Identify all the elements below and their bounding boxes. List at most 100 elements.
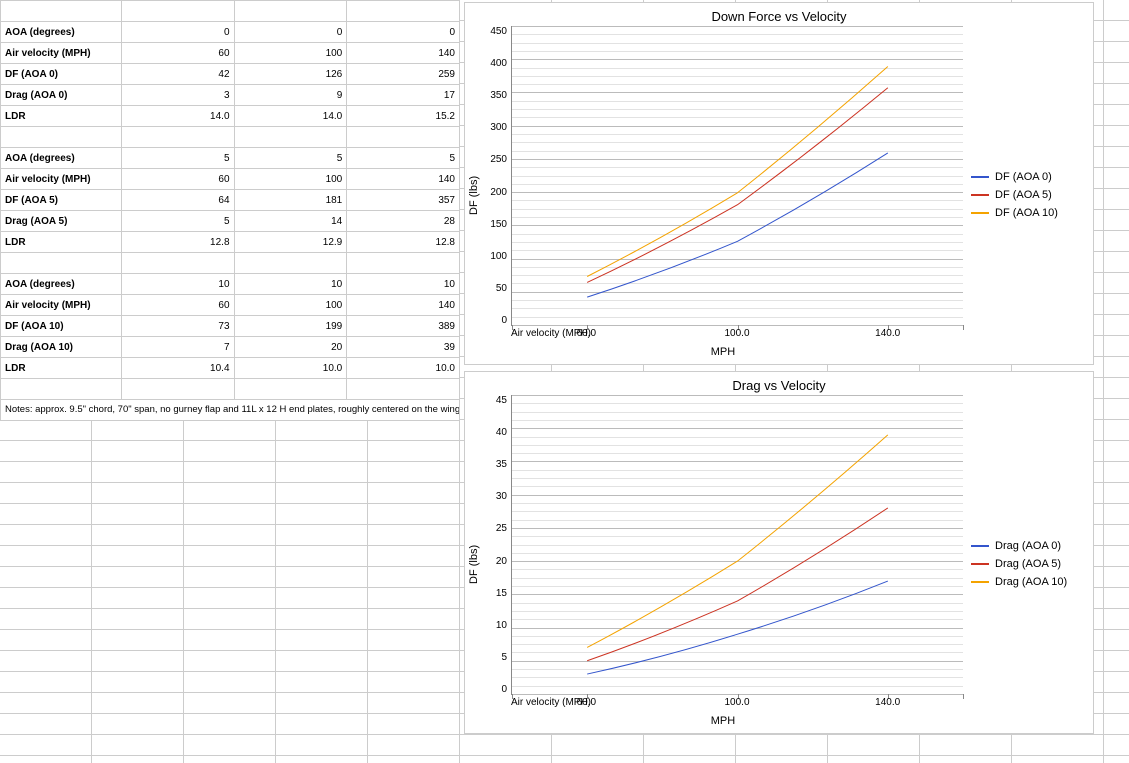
cell[interactable]: 10 (347, 274, 460, 295)
empty-cell (347, 379, 460, 400)
cell[interactable]: 100 (234, 169, 347, 190)
row-label: AOA (degrees) (1, 274, 122, 295)
y-tick-label: 250 (490, 154, 507, 165)
cell[interactable]: 9 (234, 85, 347, 106)
legend-item[interactable]: Drag (AOA 0) (971, 540, 1067, 552)
cell[interactable]: 28 (347, 211, 460, 232)
table-row: Air velocity (MPH)60100140 (1, 43, 460, 64)
chart-title: Down Force vs Velocity (465, 3, 1093, 26)
y-tick-label: 40 (496, 427, 507, 438)
y-tick-label: 30 (496, 491, 507, 502)
table-row: Drag (AOA 0)3917 (1, 85, 460, 106)
y-tick-label: 50 (496, 283, 507, 294)
cell[interactable]: 100 (234, 295, 347, 316)
cell[interactable]: 181 (234, 190, 347, 211)
cell[interactable]: 7 (121, 337, 234, 358)
cell[interactable]: 60 (121, 169, 234, 190)
cell[interactable]: 10.0 (234, 358, 347, 379)
empty-cell (234, 379, 347, 400)
series-layer (512, 395, 963, 694)
data-table-region: AOA (degrees)000Air velocity (MPH)601001… (0, 0, 460, 763)
cell[interactable]: 10 (121, 274, 234, 295)
legend-item[interactable]: Drag (AOA 5) (971, 558, 1067, 570)
row-label: DF (AOA 5) (1, 190, 122, 211)
cell[interactable]: 5 (347, 148, 460, 169)
cell[interactable]: 60 (121, 43, 234, 64)
legend-swatch (971, 194, 989, 196)
table-row: DF (AOA 10)73199389 (1, 316, 460, 337)
cell[interactable]: 39 (347, 337, 460, 358)
x-ticks: Air velocity (MPH)60.0100.0140.0 (511, 695, 963, 713)
legend: DF (AOA 0) DF (AOA 5) DF (AOA 10) (963, 26, 1073, 364)
cell[interactable]: 73 (121, 316, 234, 337)
cell[interactable]: 126 (234, 64, 347, 85)
legend-item[interactable]: DF (AOA 10) (971, 207, 1065, 219)
empty-cell (1, 1, 122, 22)
table-row: LDR14.014.015.2 (1, 106, 460, 127)
series-line (587, 508, 888, 661)
table-row: LDR10.410.010.0 (1, 358, 460, 379)
table-row: AOA (degrees)000 (1, 22, 460, 43)
y-tick-label: 25 (496, 523, 507, 534)
cell[interactable]: 5 (234, 148, 347, 169)
cell[interactable]: 14.0 (234, 106, 347, 127)
legend-item[interactable]: DF (AOA 0) (971, 171, 1065, 183)
cell[interactable]: 17 (347, 85, 460, 106)
y-axis-label: DF (lbs) (465, 395, 483, 733)
x-axis-label: MPH (483, 713, 963, 733)
cell[interactable]: 357 (347, 190, 460, 211)
row-label: DF (AOA 10) (1, 316, 122, 337)
cell[interactable]: 199 (234, 316, 347, 337)
table-row: AOA (degrees)555 (1, 148, 460, 169)
legend-item[interactable]: DF (AOA 5) (971, 189, 1065, 201)
cell[interactable]: 10 (234, 274, 347, 295)
cell[interactable]: 42 (121, 64, 234, 85)
cell[interactable]: 14 (234, 211, 347, 232)
x-tick-label: 100.0 (724, 328, 749, 339)
y-tick-label: 15 (496, 588, 507, 599)
cell[interactable]: 259 (347, 64, 460, 85)
legend-swatch (971, 581, 989, 583)
cell[interactable]: 14.0 (121, 106, 234, 127)
cell[interactable]: 100 (234, 43, 347, 64)
cell[interactable]: 12.9 (234, 232, 347, 253)
cell[interactable]: 10.0 (347, 358, 460, 379)
y-tick-label: 150 (490, 219, 507, 230)
row-label: AOA (degrees) (1, 148, 122, 169)
cell[interactable]: 140 (347, 43, 460, 64)
empty-cell (347, 127, 460, 148)
empty-cell (121, 1, 234, 22)
x-tick-label: 100.0 (724, 697, 749, 708)
cell[interactable]: 3 (121, 85, 234, 106)
table-row: DF (AOA 0)42126259 (1, 64, 460, 85)
cell[interactable]: 389 (347, 316, 460, 337)
cell[interactable]: 5 (121, 148, 234, 169)
cell[interactable]: 0 (347, 22, 460, 43)
empty-cell (121, 253, 234, 274)
cell[interactable]: 60 (121, 295, 234, 316)
table-row: Air velocity (MPH)60100140 (1, 169, 460, 190)
legend-swatch (971, 545, 989, 547)
legend-label: Drag (AOA 5) (995, 558, 1061, 570)
cell[interactable]: 10.4 (121, 358, 234, 379)
empty-cell (347, 253, 460, 274)
cell[interactable]: 0 (234, 22, 347, 43)
cell[interactable]: 64 (121, 190, 234, 211)
cell[interactable]: 140 (347, 295, 460, 316)
series-line (587, 67, 888, 277)
x-tick-label: 140.0 (875, 328, 900, 339)
legend-item[interactable]: Drag (AOA 10) (971, 576, 1067, 588)
legend-label: DF (AOA 0) (995, 171, 1052, 183)
cell[interactable]: 5 (121, 211, 234, 232)
y-tick-label: 0 (501, 315, 507, 326)
charts-region: Down Force vs VelocityDF (lbs)4504003503… (460, 0, 1129, 763)
x-tick-label: 60.0 (577, 697, 596, 708)
cell[interactable]: 140 (347, 169, 460, 190)
cell[interactable]: 12.8 (121, 232, 234, 253)
row-label: Drag (AOA 10) (1, 337, 122, 358)
legend-swatch (971, 563, 989, 565)
cell[interactable]: 15.2 (347, 106, 460, 127)
cell[interactable]: 0 (121, 22, 234, 43)
cell[interactable]: 20 (234, 337, 347, 358)
cell[interactable]: 12.8 (347, 232, 460, 253)
